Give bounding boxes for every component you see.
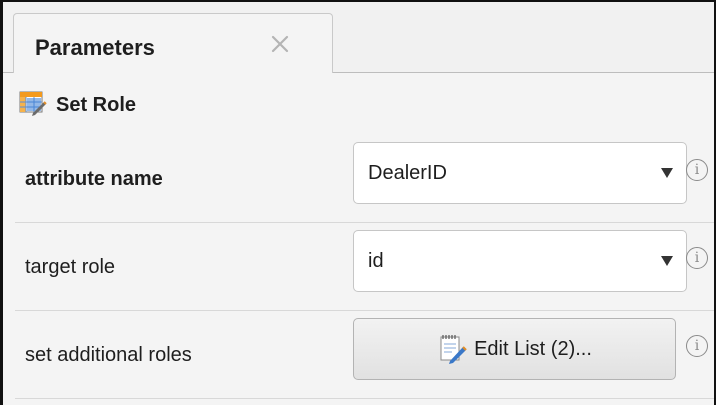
param-row-additional-roles: set additional roles Edit List (2)... i (15, 311, 714, 399)
edit-list-label: Edit List (2)... (474, 337, 592, 360)
edit-list-button[interactable]: Edit List (2)... (353, 318, 676, 380)
tab-parameters[interactable]: Parameters (13, 13, 333, 74)
info-icon[interactable]: i (686, 247, 708, 269)
info-icon[interactable]: i (686, 335, 708, 357)
param-label: attribute name (25, 167, 163, 190)
target-role-select[interactable]: id (353, 230, 687, 292)
tab-label: Parameters (35, 35, 155, 60)
select-value: id (368, 249, 384, 272)
operator-name: Set Role (56, 94, 137, 116)
select-value: DealerID (368, 161, 447, 184)
info-icon[interactable]: i (686, 159, 708, 181)
param-label: target role (25, 255, 116, 278)
edit-list-icon (437, 334, 467, 364)
param-row-attribute-name: attribute name DealerID i (15, 135, 714, 223)
param-row-target-role: target role id i (15, 223, 714, 311)
operator-header: Set Role (3, 73, 714, 135)
close-icon[interactable] (264, 28, 296, 60)
parameters-panel: Parameters Set Role attribute name Deale… (0, 0, 716, 405)
param-label: set additional roles (25, 343, 192, 366)
dropdown-arrow-icon (661, 168, 673, 178)
table-edit-icon (19, 90, 47, 116)
attribute-name-select[interactable]: DealerID (353, 142, 687, 204)
dropdown-arrow-icon (661, 256, 673, 266)
tab-bar: Parameters (3, 2, 714, 74)
